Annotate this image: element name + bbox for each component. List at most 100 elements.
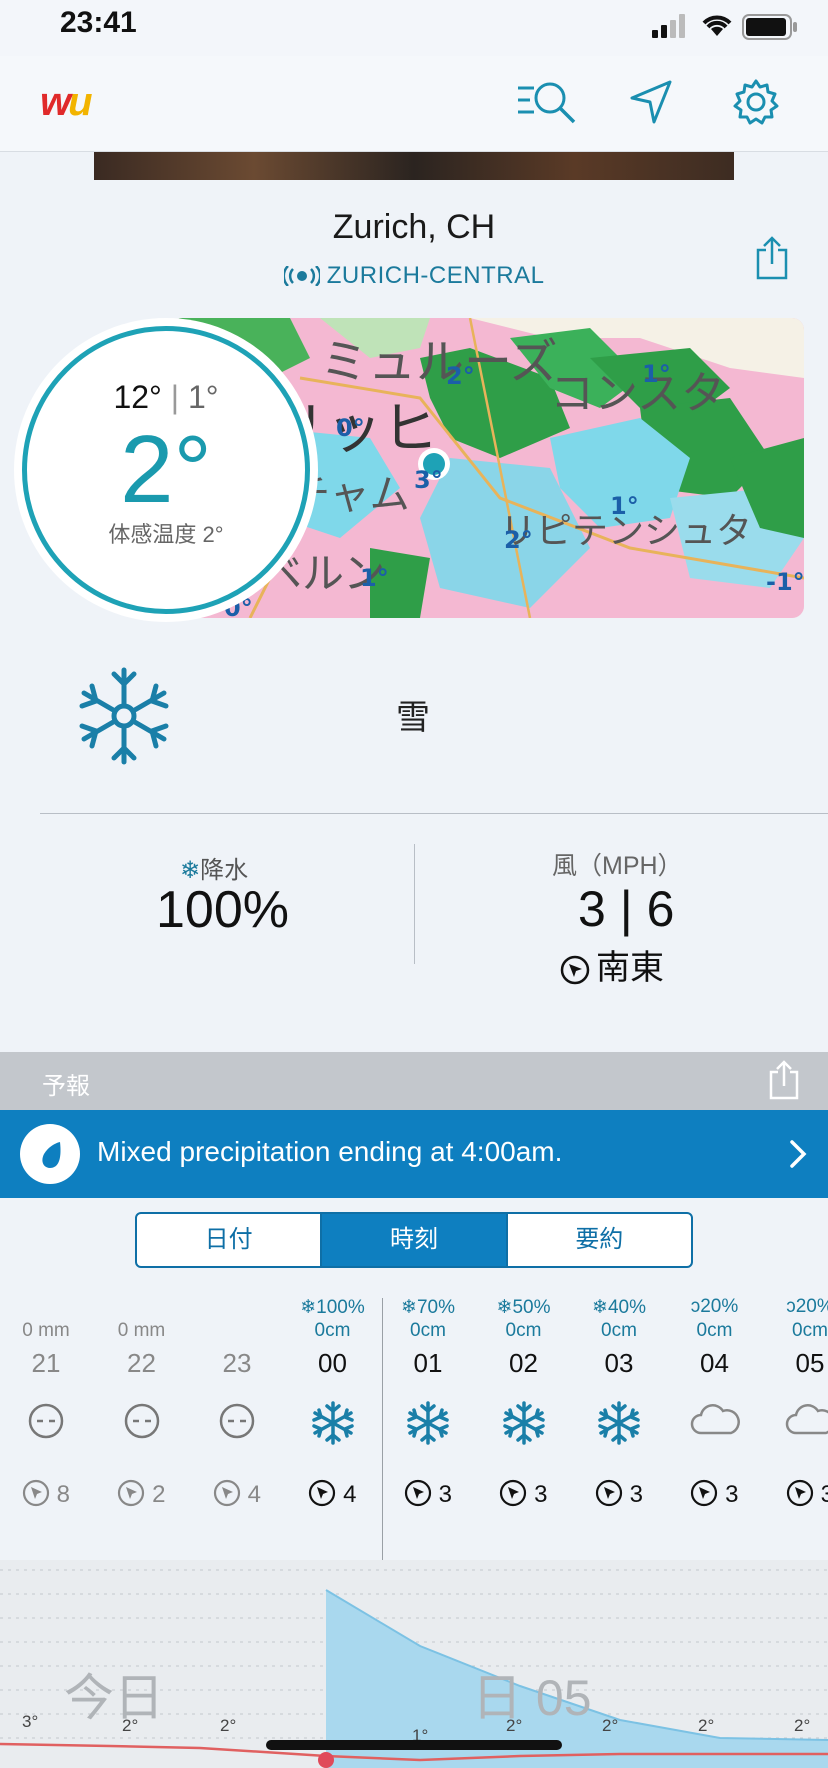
map-label: コンスタ xyxy=(550,368,725,419)
tab-hourly[interactable]: 時刻 xyxy=(320,1214,506,1266)
precip-alert-banner[interactable]: Mixed precipitation ending at 4:00am. xyxy=(0,1110,828,1198)
temp-label: 2° xyxy=(220,1716,237,1735)
temp-label: 2° xyxy=(602,1716,619,1735)
status-time: 23:41 xyxy=(60,6,137,39)
app-header: wu xyxy=(0,56,828,152)
cellular-signal-icon xyxy=(652,14,685,38)
high-low-temp: 12° | 1° xyxy=(113,379,219,415)
map-temp-label: 1° xyxy=(642,360,671,388)
hour-column[interactable]: 23 4 xyxy=(189,1296,285,1509)
precip-type-icon: ❄ xyxy=(496,1297,513,1318)
map-temp-label: 0° xyxy=(336,414,365,442)
map-temp-label: 1° xyxy=(610,492,639,520)
temperature-chart: 今日 日 05 3° 2° 2° 1° 2° 2° 2° 2° xyxy=(0,1560,828,1768)
location-arrow-icon[interactable] xyxy=(626,78,676,126)
precip-type-icon: ↄ xyxy=(786,1296,796,1317)
snowflake-icon xyxy=(380,1401,476,1471)
temp-label: 2° xyxy=(506,1716,523,1735)
hour-label: 21 xyxy=(31,1348,61,1378)
hour-column[interactable]: ↄ20% 0cm 05 3 xyxy=(762,1296,828,1509)
wind-speed: 4 xyxy=(189,1479,285,1509)
wind-speed: 3 xyxy=(380,1479,476,1509)
hour-label: 02 xyxy=(509,1348,538,1378)
precip-type-icon: ❄ xyxy=(300,1297,317,1318)
current-temp-circle[interactable]: 12° | 1° 2° 体感温度 2° xyxy=(22,326,310,614)
map-label: ミュルーズ xyxy=(320,334,558,390)
precip-value: 100% xyxy=(156,881,289,939)
precip-amount: 0cm xyxy=(410,1320,446,1341)
precip-type-icon: ↄ xyxy=(690,1296,701,1317)
search-list-icon[interactable] xyxy=(516,78,578,126)
wind-speed: 3 xyxy=(571,1479,667,1509)
hour-label: 00 xyxy=(318,1348,347,1378)
precip-chance xyxy=(94,1296,190,1320)
precip-type-icon: ❄ xyxy=(401,1297,417,1318)
hour-column[interactable]: ↄ20% 0cm 04 3 xyxy=(667,1296,763,1509)
gear-icon[interactable] xyxy=(732,78,780,126)
ad-banner[interactable] xyxy=(94,152,734,180)
cloud-face-icon xyxy=(94,1401,190,1471)
precip-type-icon: ❄ xyxy=(592,1297,608,1318)
battery-icon xyxy=(742,14,797,40)
hour-column[interactable]: 0 mm 22 2 xyxy=(94,1296,190,1509)
forecast-header: 予報 xyxy=(0,1052,828,1110)
temp-label: 2° xyxy=(698,1716,715,1735)
forecast-label: 予報 xyxy=(42,1073,90,1100)
hour-label: 01 xyxy=(413,1348,443,1378)
precip-amount: 0cm xyxy=(505,1320,542,1341)
precip-chance: ↄ20% xyxy=(786,1296,828,1317)
alert-text: Mixed precipitation ending at 4:00am. xyxy=(97,1136,563,1167)
home-indicator[interactable] xyxy=(266,1740,562,1750)
share-icon[interactable] xyxy=(754,236,790,280)
precip-chance: ❄50% xyxy=(496,1297,551,1318)
share-icon[interactable] xyxy=(768,1060,800,1100)
hour-column[interactable]: ❄40% 0cm 03 3 xyxy=(571,1296,667,1509)
precip-chance: ❄100% xyxy=(300,1297,365,1318)
wind-label: 風（MPH） xyxy=(552,852,683,880)
precip-chance xyxy=(189,1296,285,1320)
precip-amount: 0cm xyxy=(314,1320,351,1341)
location-title[interactable]: Zurich, CH xyxy=(0,208,828,247)
precip-amount: 0 mm xyxy=(22,1320,70,1341)
precip-chance: ❄70% xyxy=(401,1297,455,1318)
wind-speed: 4 xyxy=(285,1479,381,1509)
tab-summary[interactable]: 要約 xyxy=(505,1214,691,1266)
hour-column[interactable]: ❄50% 0cm 02 3 xyxy=(476,1296,572,1509)
precip-chance xyxy=(0,1296,94,1320)
hour-label: 05 xyxy=(795,1348,825,1378)
wind-arrow-icon xyxy=(560,955,590,985)
day-label-sun: 日 05 xyxy=(472,1670,592,1726)
tab-daily[interactable]: 日付 xyxy=(137,1214,320,1266)
vertical-divider xyxy=(414,844,415,964)
wu-logo[interactable]: wu xyxy=(40,80,93,125)
wind-speed: 3 xyxy=(762,1479,828,1509)
temp-label: 2° xyxy=(794,1716,811,1735)
status-bar: 23:41 xyxy=(0,0,828,56)
station-name[interactable]: ZURICH-CENTRAL xyxy=(0,262,828,290)
day-label-today: 今日 xyxy=(64,1670,164,1726)
precip-chance: ❄40% xyxy=(592,1297,646,1318)
condition-text: 雪 xyxy=(396,699,430,737)
temp-label: 2° xyxy=(122,1716,139,1735)
drop-icon xyxy=(20,1124,80,1184)
wind-speed: 8 xyxy=(0,1479,94,1509)
hour-column[interactable]: 0 mm 21 8 xyxy=(0,1296,94,1509)
hour-column[interactable]: ❄100% 0cm 00 4 xyxy=(285,1296,381,1509)
precip-amount xyxy=(189,1320,285,1344)
snowflake-icon xyxy=(571,1401,667,1471)
map-temp-label: 3° xyxy=(414,466,443,494)
cloud-face-icon xyxy=(189,1401,285,1471)
hour-label: 23 xyxy=(222,1348,252,1378)
cloud-icon xyxy=(762,1401,828,1471)
cloud-face-icon xyxy=(0,1401,94,1471)
precip-amount: 0cm xyxy=(696,1320,733,1341)
section-divider xyxy=(40,813,828,814)
wind-speed: 2 xyxy=(94,1479,190,1509)
hour-column[interactable]: ❄70% 0cm 01 3 xyxy=(380,1296,476,1509)
hour-label: 22 xyxy=(127,1348,156,1378)
snowflake-icon xyxy=(79,667,169,765)
hour-label: 03 xyxy=(604,1348,634,1378)
precip-amount: 0cm xyxy=(792,1320,828,1341)
temp-label: 3° xyxy=(22,1712,39,1731)
station-broadcast-icon xyxy=(282,265,322,287)
